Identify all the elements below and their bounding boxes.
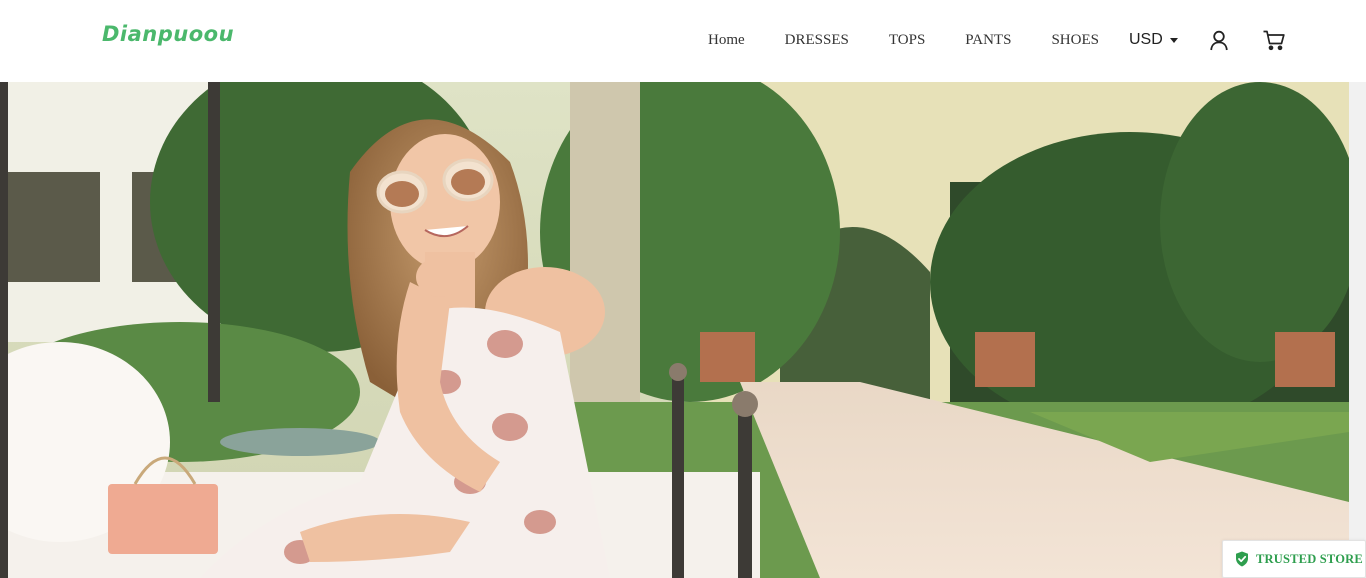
hero-image <box>0 82 1349 578</box>
nav-shoes[interactable]: SHOES <box>1051 30 1099 50</box>
trusted-store-badge[interactable]: TRUSTED STORE <box>1222 540 1366 578</box>
shield-check-icon <box>1236 551 1248 567</box>
nav-dresses[interactable]: DRESSES <box>785 30 849 50</box>
main-nav: Home DRESSES TOPS PANTS SHOES <box>690 30 1139 50</box>
page-scrollbar[interactable] <box>1349 82 1366 578</box>
nav-home[interactable]: Home <box>708 30 745 50</box>
brand-logo[interactable]: Dianpuoou <box>102 22 234 46</box>
currency-selector[interactable]: USD <box>1129 30 1178 50</box>
chevron-down-icon <box>1169 37 1178 43</box>
trusted-store-label: TRUSTED STORE <box>1256 551 1363 566</box>
user-icon[interactable] <box>1208 29 1230 51</box>
hero-banner[interactable] <box>0 82 1349 578</box>
site-header: Dianpuoou Home DRESSES TOPS PANTS SHOES … <box>0 0 1366 82</box>
currency-label: USD <box>1129 31 1163 48</box>
cart-icon[interactable] <box>1262 29 1286 51</box>
nav-tops[interactable]: TOPS <box>889 30 925 50</box>
nav-pants[interactable]: PANTS <box>965 30 1011 50</box>
